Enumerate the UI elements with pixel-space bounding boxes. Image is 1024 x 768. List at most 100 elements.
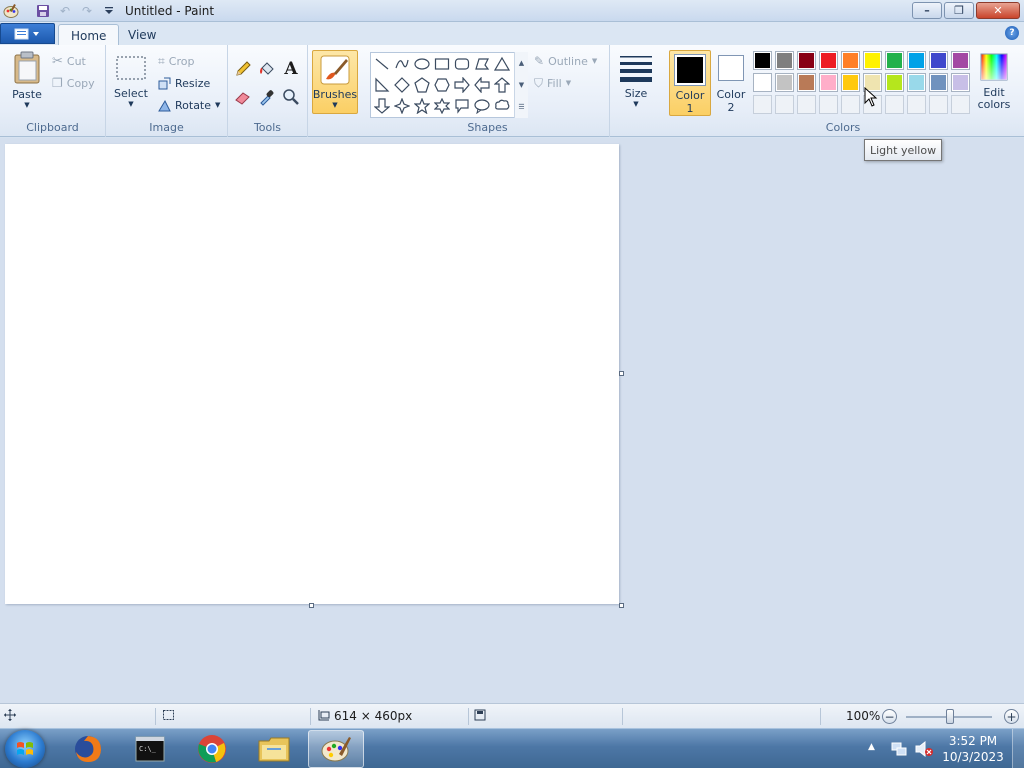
pentagon-shape-icon[interactable] [412,75,431,94]
palette-swatch[interactable] [841,73,860,92]
paint-app-icon[interactable] [3,3,19,19]
chrome-icon[interactable] [184,730,240,768]
zoom-slider-thumb[interactable] [946,709,954,724]
crop-button[interactable]: ⌗ Crop [158,51,194,71]
resize-handle-bottom[interactable] [309,603,314,608]
oval-callout-shape-icon[interactable] [472,96,491,115]
custom-color-slot[interactable] [819,95,838,114]
palette-swatch[interactable] [797,51,816,70]
four-point-star-shape-icon[interactable] [392,96,411,115]
six-point-star-shape-icon[interactable] [432,96,451,115]
size-button[interactable]: Size ▼ [618,53,654,108]
custom-color-slot[interactable] [885,95,904,114]
shapes-scroll[interactable]: ▲ ▼ ☰ [514,52,528,118]
triangle-shape-icon[interactable] [492,54,511,73]
palette-swatch[interactable] [753,51,772,70]
cut-button[interactable]: ✂ Cut [52,51,86,71]
text-icon[interactable]: A [281,59,301,79]
close-button[interactable]: ✕ [976,2,1020,19]
right-arrow-shape-icon[interactable] [452,75,471,94]
outline-button[interactable]: ✎ Outline ▼ [534,51,597,71]
edit-colors-button[interactable]: Edit colors [976,52,1012,111]
palette-swatch[interactable] [907,73,926,92]
custom-color-slot[interactable] [929,95,948,114]
paste-button[interactable]: Paste ▼ [8,51,46,109]
fill-icon[interactable] [257,59,277,79]
palette-swatch[interactable] [819,51,838,70]
palette-swatch[interactable] [863,51,882,70]
minimize-button[interactable]: – [912,2,942,19]
custom-color-slot[interactable] [753,95,772,114]
resize-button[interactable]: Resize [158,73,210,93]
palette-swatch[interactable] [753,73,772,92]
start-button[interactable] [5,730,45,768]
five-point-star-shape-icon[interactable] [412,96,431,115]
brushes-button[interactable]: Brushes ▼ [312,50,358,114]
drawing-canvas[interactable] [5,144,619,604]
hexagon-shape-icon[interactable] [432,75,451,94]
firefox-icon[interactable] [60,730,116,768]
select-button[interactable]: Select ▼ [114,54,148,108]
magnifier-icon[interactable] [281,87,301,107]
rounded-callout-shape-icon[interactable] [452,96,471,115]
palette-swatch[interactable] [929,73,948,92]
scroll-down-icon[interactable]: ▼ [519,81,524,89]
resize-handle-right[interactable] [619,371,624,376]
right-triangle-shape-icon[interactable] [372,75,391,94]
volume-muted-icon[interactable] [914,740,934,761]
curve-shape-icon[interactable] [392,54,411,73]
rounded-rectangle-shape-icon[interactable] [452,54,471,73]
help-icon[interactable]: ? [1005,26,1019,40]
resize-handle-corner[interactable] [619,603,624,608]
tab-view[interactable]: View [116,24,168,45]
left-arrow-shape-icon[interactable] [472,75,491,94]
rotate-button[interactable]: Rotate ▼ [158,95,220,115]
scroll-up-icon[interactable]: ▲ [519,59,524,67]
custom-color-slot[interactable] [951,95,970,114]
custom-color-slot[interactable] [841,95,860,114]
cloud-callout-shape-icon[interactable] [492,96,511,115]
tab-home[interactable]: Home [58,24,120,46]
pencil-icon[interactable] [233,59,253,79]
color-picker-icon[interactable] [257,87,277,107]
palette-swatch[interactable] [951,73,970,92]
down-arrow-shape-icon[interactable] [372,96,391,115]
palette-swatch[interactable] [819,73,838,92]
tray-expand-icon[interactable]: ▲ [868,742,875,752]
palette-swatch[interactable] [885,51,904,70]
copy-button[interactable]: ❐ Copy [52,73,95,93]
color2-button[interactable]: Color 2 [713,50,749,116]
maximize-button[interactable]: ❐ [944,2,974,19]
eraser-icon[interactable] [233,87,253,107]
color1-button[interactable]: Color 1 [669,50,711,116]
customize-qat-icon[interactable] [100,2,118,20]
oval-shape-icon[interactable] [412,54,431,73]
palette-swatch[interactable] [929,51,948,70]
diamond-shape-icon[interactable] [392,75,411,94]
taskbar-clock[interactable]: 3:52 PM 10/3/2023 [940,733,1006,765]
paint-icon[interactable] [308,730,364,768]
palette-swatch[interactable] [907,51,926,70]
paint-menu-button[interactable] [0,23,55,44]
cmd-icon[interactable]: C:\_ [122,730,178,768]
palette-swatch[interactable] [951,51,970,70]
palette-swatch[interactable] [885,73,904,92]
up-arrow-shape-icon[interactable] [492,75,511,94]
palette-swatch[interactable] [775,73,794,92]
undo-icon[interactable]: ↶ [56,2,74,20]
line-shape-icon[interactable] [372,54,391,73]
save-icon[interactable] [34,2,52,20]
fill-button[interactable]: ⛉ Fill ▼ [534,73,571,93]
custom-color-slot[interactable] [797,95,816,114]
redo-icon[interactable]: ↷ [78,2,96,20]
rectangle-shape-icon[interactable] [432,54,451,73]
network-icon[interactable] [890,740,908,761]
palette-swatch[interactable] [797,73,816,92]
custom-color-slot[interactable] [907,95,926,114]
polygon-shape-icon[interactable] [472,54,491,73]
explorer-icon[interactable] [246,730,302,768]
palette-swatch[interactable] [841,51,860,70]
expand-gallery-icon[interactable]: ☰ [518,103,524,111]
zoom-out-button[interactable]: − [882,709,897,724]
show-desktop-button[interactable] [1012,729,1024,768]
